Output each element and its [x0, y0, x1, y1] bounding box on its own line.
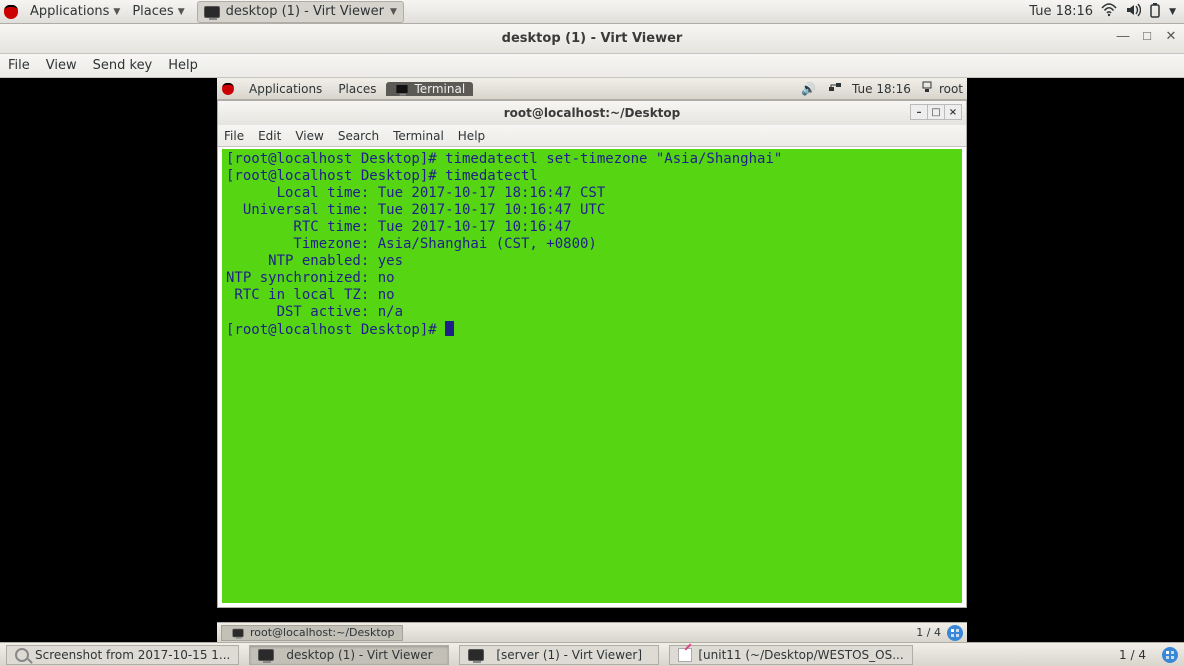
- taskbar-item-editor[interactable]: [unit11 (~/Desktop/WESTOS_OS...: [669, 645, 912, 665]
- terminal-close-button[interactable]: ×: [944, 104, 962, 120]
- taskbar-item-desktop-vm[interactable]: desktop (1) - Virt Viewer: [249, 645, 449, 665]
- system-menu-caret-icon[interactable]: ▼: [1169, 7, 1176, 17]
- guest-volume-icon[interactable]: 🔊: [801, 82, 816, 96]
- places-menu[interactable]: Places▼: [126, 4, 190, 19]
- terminal-body[interactable]: [root@localhost Desktop]# timedatectl se…: [222, 149, 962, 603]
- term-line: RTC in local TZ: no: [226, 287, 395, 303]
- guest-applications-menu[interactable]: Applications: [241, 82, 330, 96]
- taskbar-item-server-vm[interactable]: [server (1) - Virt Viewer]: [459, 645, 659, 665]
- guest-workspace-switcher[interactable]: [947, 625, 963, 641]
- places-label: Places: [132, 4, 173, 19]
- term-prompt: [root@localhost Desktop]#: [226, 322, 445, 338]
- term-menu-search[interactable]: Search: [338, 129, 379, 143]
- term-menu-terminal[interactable]: Terminal: [393, 129, 444, 143]
- term-menu-file[interactable]: File: [224, 129, 244, 143]
- distro-logo-icon: [222, 83, 234, 95]
- host-workspace-label: 1 / 4: [1119, 648, 1146, 662]
- term-line: [root@localhost Desktop]# timedatectl: [226, 168, 538, 184]
- term-line: DST active: n/a: [226, 304, 403, 320]
- monitor-icon: [204, 6, 220, 18]
- guest-top-panel: Applications Places Terminal 🔊 Tue 18:16…: [217, 78, 967, 100]
- virt-viewer-window: desktop (1) - Virt Viewer — □ ✕ File Vie…: [0, 24, 1184, 642]
- terminal-icon: [232, 628, 243, 636]
- guest-active-window[interactable]: Terminal: [386, 82, 473, 96]
- menu-file[interactable]: File: [8, 58, 30, 73]
- volume-icon[interactable]: [1125, 3, 1141, 21]
- term-line: Timezone: Asia/Shanghai (CST, +0800): [226, 236, 597, 252]
- wifi-icon[interactable]: [1101, 3, 1117, 21]
- minimize-button[interactable]: —: [1116, 28, 1130, 44]
- virt-viewer-titlebar[interactable]: desktop (1) - Virt Viewer — □ ✕: [0, 24, 1184, 54]
- guest-clock[interactable]: Tue 18:16: [852, 82, 911, 96]
- terminal-cursor: [445, 321, 454, 336]
- term-line: RTC time: Tue 2017-10-17 10:16:47: [226, 219, 572, 235]
- guest-network-icon[interactable]: [828, 81, 842, 96]
- virt-viewer-title: desktop (1) - Virt Viewer: [502, 31, 683, 46]
- terminal-icon: [396, 84, 409, 94]
- term-menu-view[interactable]: View: [295, 129, 323, 143]
- menu-view[interactable]: View: [46, 58, 77, 73]
- guest-taskbar-item[interactable]: root@localhost:~/Desktop: [221, 625, 403, 641]
- text-editor-icon: [678, 648, 692, 662]
- terminal-window: root@localhost:~/Desktop – □ × File Edit…: [217, 100, 967, 608]
- monitor-icon: [468, 649, 484, 661]
- host-top-panel: Applications▼ Places▼ desktop (1) - Virt…: [0, 0, 1184, 24]
- clock[interactable]: Tue 18:16: [1029, 4, 1093, 19]
- guest-workspace-label: 1 / 4: [916, 626, 941, 639]
- term-line: Local time: Tue 2017-10-17 18:16:47 CST: [226, 185, 605, 201]
- battery-icon[interactable]: [1149, 2, 1161, 22]
- window-list-active[interactable]: desktop (1) - Virt Viewer ▼: [197, 1, 404, 23]
- taskbar-item-screenshot[interactable]: Screenshot from 2017-10-15 1...: [6, 645, 239, 665]
- terminal-menubar: File Edit View Search Terminal Help: [218, 125, 966, 147]
- applications-menu[interactable]: Applications▼: [24, 4, 126, 19]
- term-line: [root@localhost Desktop]# timedatectl se…: [226, 151, 782, 167]
- monitor-icon: [258, 649, 274, 661]
- guest-user-icon[interactable]: [921, 81, 933, 96]
- host-workspace-switcher[interactable]: [1162, 647, 1178, 663]
- host-bottom-panel: Screenshot from 2017-10-15 1... desktop …: [0, 642, 1184, 666]
- applications-label: Applications: [30, 4, 109, 19]
- virt-viewer-menubar: File View Send key Help: [0, 54, 1184, 78]
- term-menu-help[interactable]: Help: [458, 129, 485, 143]
- image-viewer-icon: [15, 648, 29, 662]
- maximize-button[interactable]: □: [1140, 28, 1154, 44]
- menu-help[interactable]: Help: [168, 58, 198, 73]
- menu-send-key[interactable]: Send key: [93, 58, 153, 73]
- terminal-titlebar[interactable]: root@localhost:~/Desktop – □ ×: [218, 101, 966, 125]
- guest-user-label[interactable]: root: [939, 82, 963, 96]
- term-line: Universal time: Tue 2017-10-17 10:16:47 …: [226, 202, 605, 218]
- guest-bottom-panel: root@localhost:~/Desktop 1 / 4: [217, 622, 967, 642]
- terminal-title: root@localhost:~/Desktop: [504, 106, 681, 120]
- terminal-minimize-button[interactable]: –: [910, 104, 928, 120]
- terminal-maximize-button[interactable]: □: [927, 104, 945, 120]
- close-button[interactable]: ✕: [1164, 28, 1178, 44]
- guest-places-menu[interactable]: Places: [330, 82, 384, 96]
- term-line: NTP enabled: yes: [226, 253, 403, 269]
- active-window-title: desktop (1) - Virt Viewer: [226, 4, 384, 19]
- distro-logo-icon: [4, 5, 18, 19]
- virt-viewer-display[interactable]: Applications Places Terminal 🔊 Tue 18:16…: [0, 78, 1184, 642]
- guest-desktop: Applications Places Terminal 🔊 Tue 18:16…: [217, 78, 967, 642]
- term-line: NTP synchronized: no: [226, 270, 395, 286]
- term-menu-edit[interactable]: Edit: [258, 129, 281, 143]
